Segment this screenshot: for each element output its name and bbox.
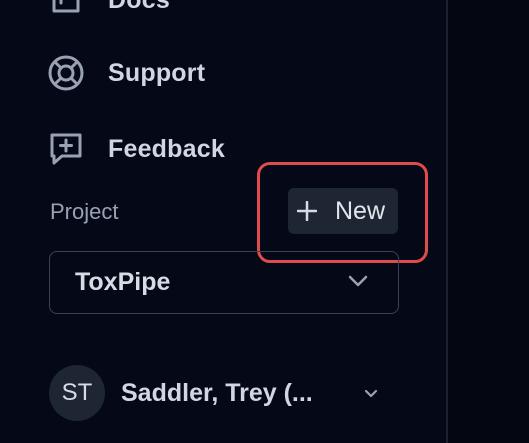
- chevron-down-icon: [363, 387, 379, 399]
- new-project-button[interactable]: New: [288, 188, 398, 234]
- sidebar-item-label: Support: [108, 58, 206, 87]
- message-plus-icon: [44, 127, 88, 171]
- main-content: [448, 0, 529, 443]
- sidebar: Docs Support: [0, 0, 447, 443]
- project-select[interactable]: ToxPipe: [49, 251, 399, 314]
- avatar: ST: [49, 365, 105, 421]
- chevron-down-icon: [348, 274, 368, 288]
- user-menu[interactable]: ST Saddler, Trey (...: [49, 365, 389, 421]
- sidebar-item-label: Docs: [108, 0, 170, 15]
- project-select-value: ToxPipe: [75, 268, 171, 296]
- new-button-label: New: [335, 196, 386, 225]
- project-label: Project: [50, 199, 119, 224]
- sidebar-item-feedback[interactable]: Feedback: [44, 125, 225, 173]
- sidebar-item-support[interactable]: Support: [44, 49, 205, 97]
- sidebar-item-docs[interactable]: Docs: [44, 0, 170, 24]
- user-name: Saddler, Trey (...: [121, 378, 313, 407]
- plus-icon: [297, 201, 317, 221]
- book-icon: [44, 0, 88, 22]
- page: Docs Support: [0, 0, 529, 443]
- lifebuoy-icon: [44, 51, 88, 95]
- sidebar-item-label: Feedback: [108, 134, 225, 163]
